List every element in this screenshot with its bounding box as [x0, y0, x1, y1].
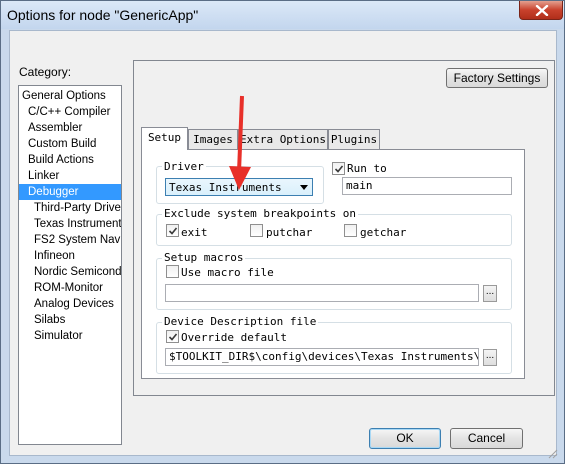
category-item-c-compiler[interactable]: C/C++ Compiler — [19, 104, 121, 120]
breakpoints-label: Exclude system breakpoints on — [162, 207, 359, 220]
device-file-input[interactable]: $TOOLKIT_DIR$\config\devices\Texas Instr… — [165, 348, 479, 366]
close-button[interactable] — [519, 1, 563, 20]
run-to-label: Run to — [347, 162, 387, 175]
override-default-label: Override default — [181, 331, 287, 344]
factory-settings-button[interactable]: Factory Settings — [446, 68, 548, 88]
exit-checkbox[interactable] — [166, 224, 179, 237]
putchar-label: putchar — [266, 226, 313, 239]
category-item-silabs[interactable]: Silabs — [19, 312, 121, 328]
getchar-checkbox[interactable] — [344, 224, 357, 237]
chevron-down-icon — [300, 185, 308, 190]
checkmark-icon — [168, 333, 178, 341]
category-item-simulator[interactable]: Simulator — [19, 328, 121, 344]
macro-browse-button[interactable]: ... — [483, 285, 497, 302]
category-item-custom-build[interactable]: Custom Build — [19, 136, 121, 152]
override-default-checkbox[interactable] — [166, 330, 179, 343]
category-item-rom-monitor[interactable]: ROM-Monitor — [19, 280, 121, 296]
title-bar[interactable]: Options for node "GenericApp" — [1, 1, 564, 29]
category-item-debugger[interactable]: Debugger — [19, 184, 121, 200]
run-to-input[interactable]: main — [342, 177, 512, 195]
checkmark-icon — [168, 227, 178, 235]
category-item-assembler[interactable]: Assembler — [19, 120, 121, 136]
category-label: Category: — [19, 65, 72, 79]
annotation-arrow-icon — [229, 95, 251, 190]
setup-macros-label: Setup macros — [162, 251, 246, 264]
getchar-label: getchar — [360, 226, 407, 239]
tab-plugins[interactable]: Plugins — [328, 129, 380, 149]
resize-grip-icon[interactable] — [546, 447, 558, 459]
run-to-checkbox[interactable] — [332, 162, 345, 175]
tab-setup[interactable]: Setup — [141, 127, 188, 150]
category-item-texas-instruments[interactable]: Texas Instruments — [19, 216, 121, 232]
category-item-third-party-driver[interactable]: Third-Party Driver — [19, 200, 121, 216]
putchar-checkbox[interactable] — [250, 224, 263, 237]
category-item-infineon[interactable]: Infineon — [19, 248, 121, 264]
macro-file-input[interactable] — [165, 284, 479, 302]
use-macro-file-label: Use macro file — [181, 266, 274, 279]
driver-label: Driver — [162, 160, 206, 173]
device-description-label: Device Description file — [162, 315, 319, 328]
cancel-button[interactable]: Cancel — [450, 428, 523, 449]
window-title: Options for node "GenericApp" — [7, 7, 199, 23]
checkmark-icon — [334, 165, 344, 173]
device-browse-button[interactable]: ... — [483, 349, 497, 366]
use-macro-file-checkbox[interactable] — [166, 265, 179, 278]
category-item-general-options[interactable]: General Options — [19, 88, 121, 104]
category-item-fs2-system-navigator[interactable]: FS2 System Navig — [19, 232, 121, 248]
category-item-analog-devices[interactable]: Analog Devices — [19, 296, 121, 312]
ok-button[interactable]: OK — [369, 428, 441, 449]
category-list[interactable]: General Options C/C++ Compiler Assembler… — [18, 85, 122, 445]
category-item-linker[interactable]: Linker — [19, 168, 121, 184]
close-icon — [535, 5, 549, 16]
category-item-build-actions[interactable]: Build Actions — [19, 152, 121, 168]
category-item-nordic-semiconductor[interactable]: Nordic Semicondu — [19, 264, 121, 280]
exit-label: exit — [181, 226, 208, 239]
